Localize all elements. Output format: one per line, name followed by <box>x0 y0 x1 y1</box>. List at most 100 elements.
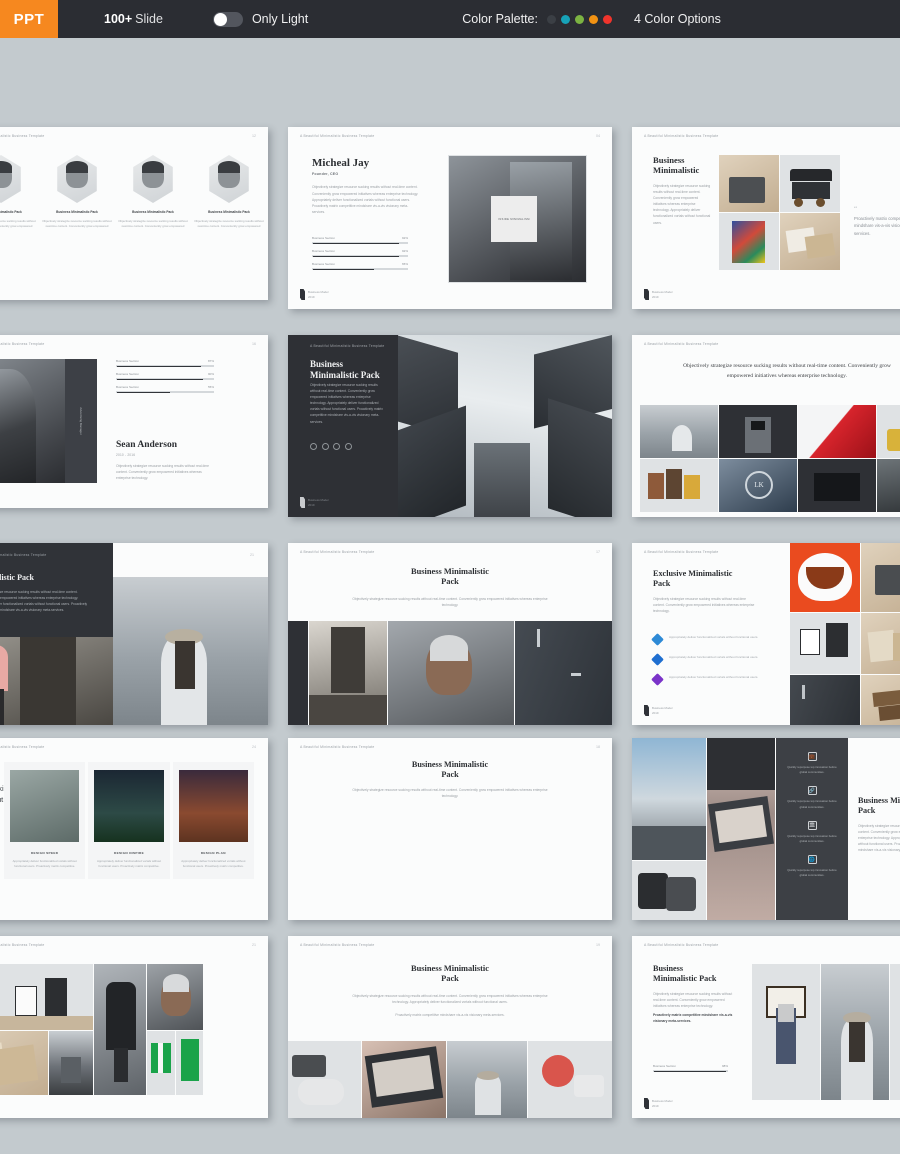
slide-eyebrow: A Beautiful Minimalistic Business Templa… <box>0 943 45 947</box>
slide-footer: Business Model 2019 <box>300 497 328 508</box>
skill-bar-value: 87% <box>207 359 214 363</box>
four-photo-4 <box>528 1041 612 1118</box>
slide-page-number: 17 <box>596 550 600 554</box>
color-palette-group: Color Palette: 4 Color Options <box>462 12 721 26</box>
design-card[interactable]: DESIGN SPEED Appropriately deliver functi… <box>4 762 86 880</box>
gallery-dark-photo <box>890 964 900 1100</box>
slide-business-minimalistic-pack-bars[interactable]: A Beautiful Minimalistic Business Templa… <box>632 936 900 1118</box>
slide-title: Business Minimalistic Pack <box>310 359 380 380</box>
design-card-list: DESIGN SPEED Appropriately deliver functi… <box>4 762 254 880</box>
team-member-desc: Objectively strategize resource sucking … <box>42 218 112 229</box>
logo-mark-icon <box>644 1098 649 1109</box>
design-card-caption: DESIGN INSPIRE <box>113 851 144 855</box>
design-card[interactable]: DESIGN PLAN Appropriately deliver functio… <box>172 762 254 880</box>
mosaic-photo-8 <box>861 675 900 725</box>
team-member: Business Minimalistic Pack Objectively st… <box>194 155 264 230</box>
photo-caption: INSIDE MINIMALISM <box>498 217 530 221</box>
twitter-icon[interactable] <box>310 443 317 450</box>
feature-list: Appropriately deliver functionalized vor… <box>651 633 761 695</box>
palette-dot-5[interactable] <box>602 14 612 24</box>
slide-footer: Business Model 2019 <box>644 705 672 716</box>
only-light-toggle-group[interactable]: Only Light <box>212 11 308 27</box>
slide-footer: Business Model 2019 <box>644 289 672 300</box>
slide-title: Business Minimalistic Pack <box>858 796 900 815</box>
design-card[interactable]: DESIGN INSPIRE Appropriately deliver func… <box>88 762 170 880</box>
design-card-text: Appropriately deliver functionalized vor… <box>96 859 162 869</box>
footer-year: 2019 <box>652 710 659 715</box>
slide-minimalistic-pack-split[interactable]: A Beautiful Minimalistic Business Templa… <box>0 543 268 725</box>
skill-bar-list: Business Section 98% <box>653 1064 728 1077</box>
slide-business-minimalistic-four[interactable]: A Beautiful Minimalistic Business Templa… <box>288 936 612 1118</box>
slide-page-number: 18 <box>596 745 600 749</box>
skill-bar-value: 55% <box>207 384 214 389</box>
feature-item: 🌐 Quickly repurpose top innovation before… <box>784 855 840 878</box>
team-member-portrait <box>57 155 97 203</box>
slide-design-cards[interactable]: A Beautiful Minimalistic Business Templa… <box>0 738 268 920</box>
design-card-caption: DESIGN SPEED <box>30 851 59 855</box>
mosaic-photo-h <box>176 1031 203 1095</box>
gallery-beach-photo <box>821 964 889 1100</box>
mosaic-photo-f <box>147 964 203 1030</box>
slide-micheal-jay[interactable]: A Beautiful Minimalistic Business Templa… <box>288 127 612 309</box>
mosaic-photo-4 <box>790 613 860 674</box>
slide-business-minimalistic-trio[interactable]: A Beautiful Minimalistic Business Templa… <box>288 543 612 725</box>
skill-bar-track <box>312 241 408 244</box>
slide-page-number: 04 <box>596 134 600 138</box>
slide-exclusive-minimalistic[interactable]: A Beautiful Minimalistic Business Templa… <box>632 543 900 725</box>
footer-year: 2019 <box>308 502 315 507</box>
slide-footer: Business Model 2019 <box>300 289 328 300</box>
footer-year: 2019 <box>308 294 315 299</box>
slide-gallery-eight[interactable]: A Beautiful Minimalistic Business Templa… <box>632 335 900 517</box>
palette-dot-4[interactable] <box>588 14 598 24</box>
footer-name: Business Model <box>652 1099 673 1104</box>
team-member-portrait <box>133 155 173 203</box>
feature-tile-icon <box>651 673 664 686</box>
skill-bar-value: 90% <box>207 371 214 376</box>
design-card-text: Appropriately deliver functionalized vor… <box>181 859 246 869</box>
slide-subtitle: 2010 - 2016 <box>116 452 136 457</box>
gallery-photo-2 <box>719 405 797 458</box>
feature-tile-icon <box>651 653 664 666</box>
slide-title: Business Minimalistic Pack <box>411 760 489 779</box>
slide-dark-feature-panel[interactable]: 💼 Quickly repurpose top innovation before… <box>632 738 900 920</box>
slide-cover-dark[interactable]: A Beautiful Minimalistic Business Templa… <box>288 335 612 517</box>
palette-dot-2[interactable] <box>560 14 570 24</box>
trio-photo-door <box>515 621 612 725</box>
gallery-museum-photo <box>752 964 820 1100</box>
youtube-icon[interactable] <box>344 443 352 450</box>
slide-quote: Proactively matrix competitive mindshare… <box>854 216 900 236</box>
skill-bar-list: Business Section 87% Business Section 90% Bu… <box>116 359 214 398</box>
feature-item: 🔗 Quickly repurpose top innovation before… <box>784 786 840 809</box>
feature-text: Appropriately deliver functionalized vor… <box>669 655 759 659</box>
palette-dot-1[interactable] <box>546 14 556 24</box>
slide-eyebrow: A Beautiful Minimalistic Business Templa… <box>644 943 719 947</box>
slide-portfolio-grid-ten[interactable]: A Beautiful Minimalistic Business Templa… <box>288 738 612 920</box>
social-icon-row[interactable] <box>310 443 352 450</box>
only-light-toggle[interactable] <box>212 11 243 27</box>
slide-sean-anderson[interactable]: A Beautiful Minimalistic Business Templa… <box>0 335 268 508</box>
skill-bar-track <box>116 364 214 367</box>
skill-bar-value: 92% <box>401 248 408 253</box>
mosaic-photo-g <box>147 1031 175 1095</box>
portrait-photo: INSIDE MINIMALISM <box>448 155 587 283</box>
slide-mosaic-gallery[interactable]: A Beautiful Minimalistic Business Templa… <box>0 936 268 1118</box>
slide-team-portraits[interactable]: A Beautiful Minimalistic Business Templa… <box>0 127 268 300</box>
team-member: Business Minimalistic Pack Objectively st… <box>42 155 112 230</box>
dribbble-icon[interactable] <box>333 443 340 450</box>
slide-title: Micheal Jay <box>312 157 370 169</box>
gallery-photo-4 <box>877 405 900 458</box>
color-palette-dots[interactable] <box>546 14 612 24</box>
palette-dot-3[interactable] <box>574 14 584 24</box>
four-photo-3 <box>447 1041 527 1118</box>
slide-business-minimalistic-products[interactable]: A Beautiful Minimalistic Business Templa… <box>632 127 900 309</box>
feature-text: Quickly repurpose top innovation before … <box>787 833 837 843</box>
beach-photo <box>113 577 268 725</box>
feature-text: Appropriately deliver functionalized vor… <box>669 675 759 679</box>
facebook-icon[interactable] <box>321 443 329 450</box>
slide-body: Objectively strategize resource sucking … <box>653 992 733 1009</box>
mosaic-photo-7 <box>790 675 860 725</box>
slide-body-secondary: Proactively matrix competitive mindshare… <box>395 1012 505 1017</box>
team-member-portrait <box>0 155 21 203</box>
split-text-panel: A Beautiful Minimalistic Business Templa… <box>0 543 113 637</box>
skyscraper-photo <box>396 335 612 517</box>
